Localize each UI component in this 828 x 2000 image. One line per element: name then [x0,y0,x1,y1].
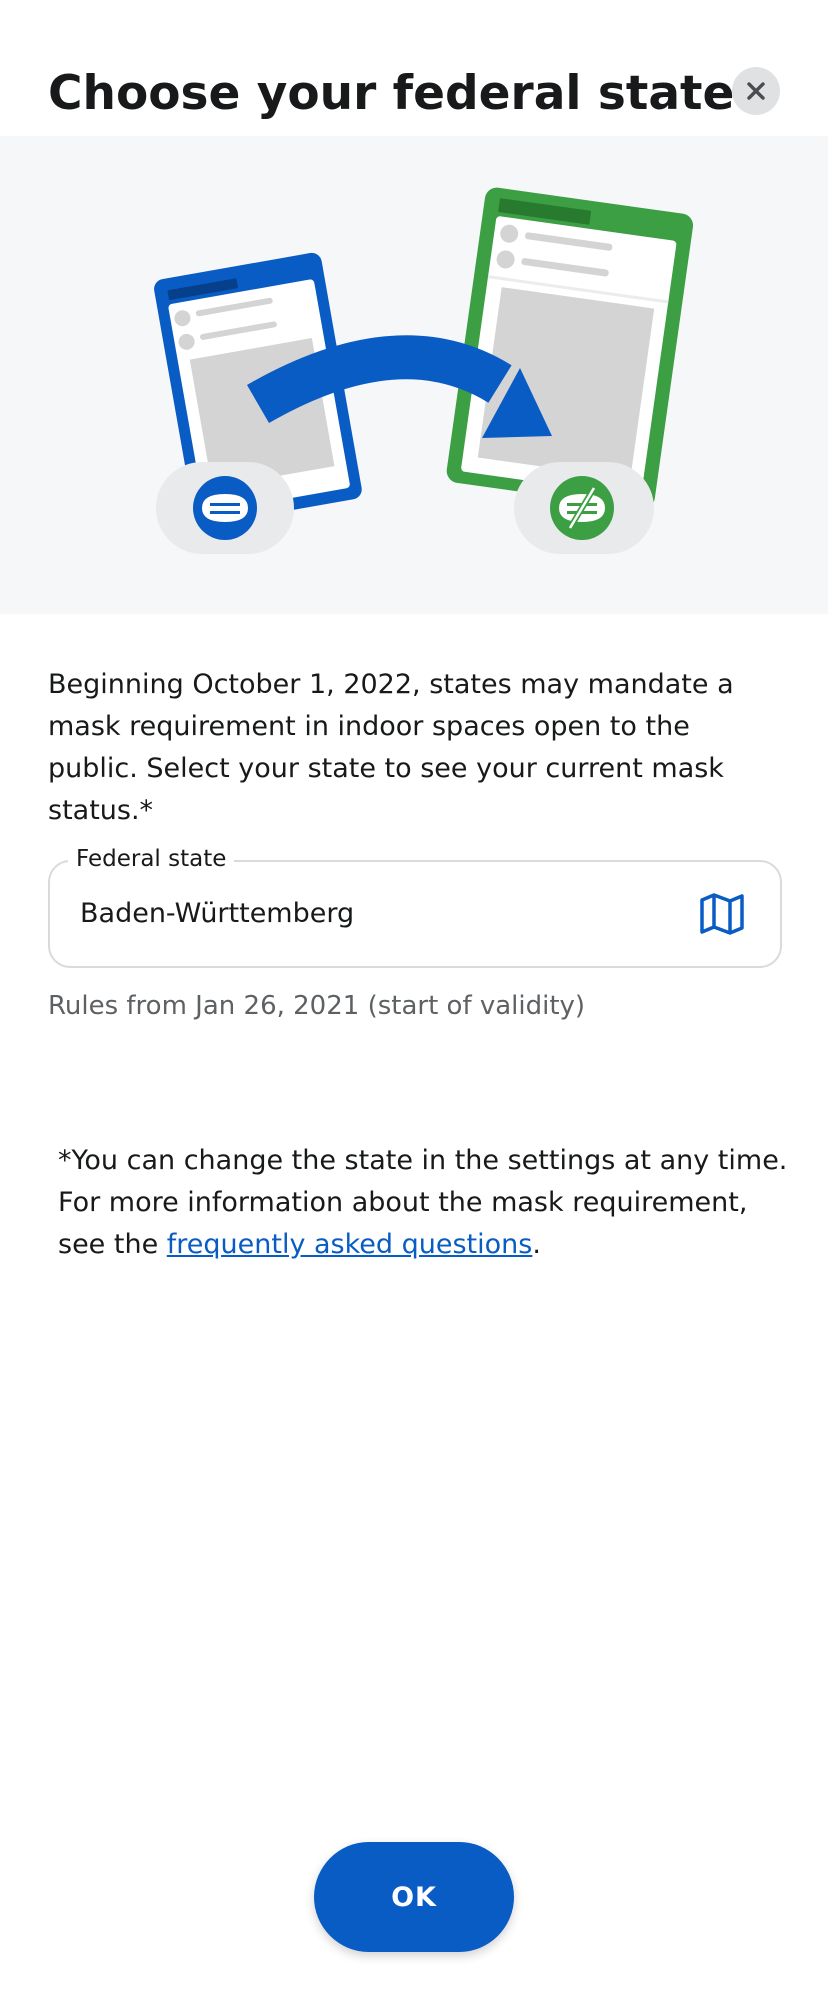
phones-illustration [154,187,694,554]
mask-badge-left [156,462,294,554]
mask-badge-right [514,462,654,554]
footnote-text-after: . [532,1229,541,1260]
header: Choose your federal state [0,0,828,136]
rules-validity-text: Rules from Jan 26, 2021 (start of validi… [48,991,586,1021]
page-title: Choose your federal state [48,66,735,121]
footnote-text: *You can change the state in the setting… [58,1140,788,1266]
ok-button[interactable]: OK [314,1842,514,1952]
close-icon [747,82,765,100]
faq-link[interactable]: frequently asked questions [167,1229,533,1260]
illustration [0,136,828,614]
federal-state-select[interactable]: Federal state Baden-Württemberg [48,842,782,968]
intro-text: Beginning October 1, 2022, states may ma… [48,669,734,826]
federal-state-label: Federal state [68,842,235,876]
mask-icon [202,494,248,522]
map-icon[interactable] [698,890,746,938]
right-phone [446,187,694,509]
close-button[interactable] [732,67,780,115]
federal-state-value: Baden-Württemberg [80,898,355,929]
